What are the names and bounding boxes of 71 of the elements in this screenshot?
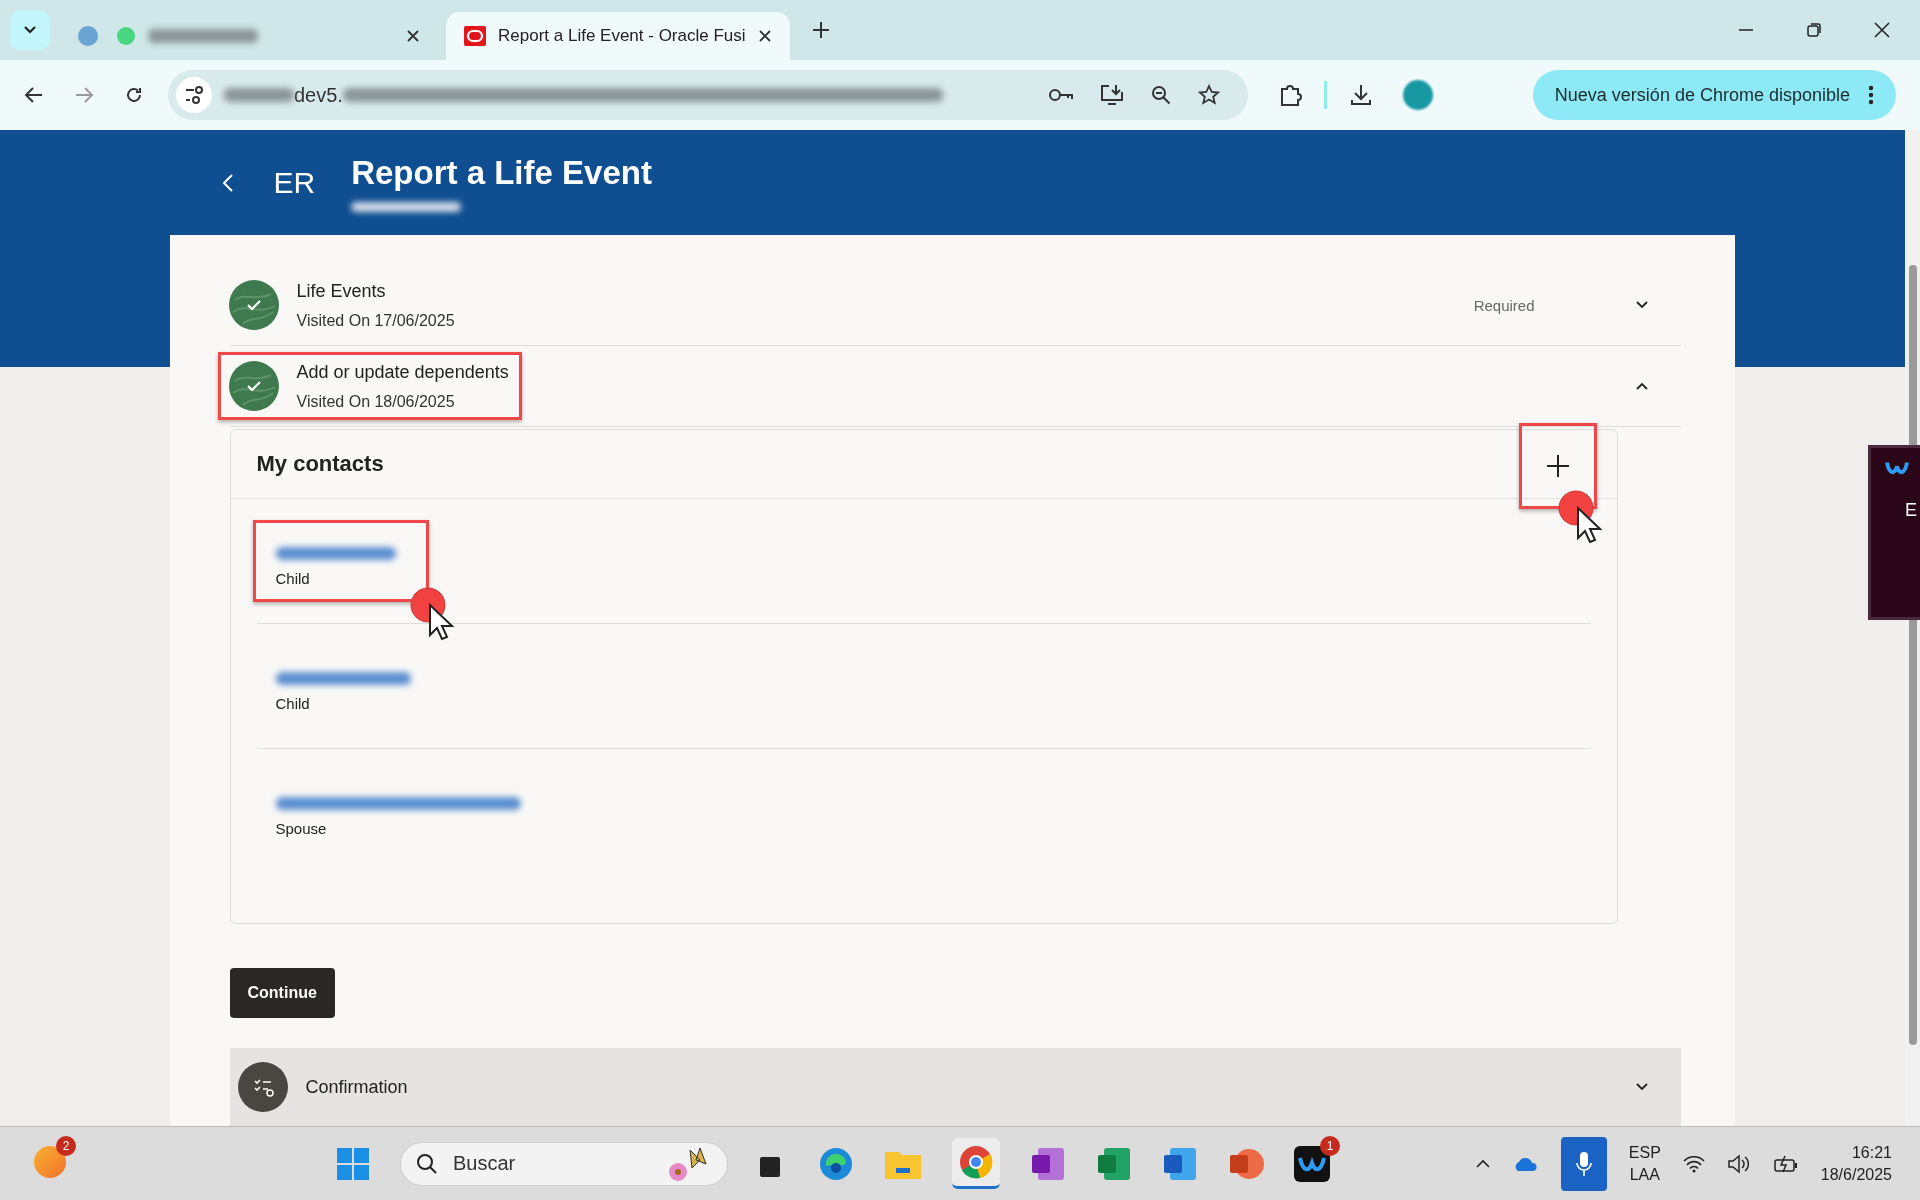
task-title: Add or update dependents (296, 361, 509, 383)
restore-icon[interactable] (1806, 22, 1822, 38)
notification-badge: 2 (56, 1135, 76, 1156)
status-label: Required (1473, 296, 1535, 314)
relationship-text: Child (275, 695, 311, 712)
continue-button[interactable]: Continue (229, 968, 335, 1018)
notification-badge: 1 (1320, 1135, 1340, 1156)
back-icon[interactable] (221, 172, 234, 193)
chrome-icon[interactable] (952, 1138, 1000, 1189)
checklist-icon (237, 1062, 288, 1112)
wifi-icon[interactable] (1682, 1154, 1705, 1173)
page-title: Report a Life Event (351, 153, 652, 192)
more-icon[interactable] (1868, 85, 1874, 105)
check-icon (228, 361, 279, 411)
chevron-down-icon[interactable] (1634, 1082, 1649, 1092)
chevron-down-icon[interactable] (1634, 300, 1649, 310)
extensions-icon[interactable] (1278, 83, 1302, 107)
chevron-up-icon[interactable] (1634, 381, 1649, 391)
task-date: Visited On 17/06/2025 (296, 311, 455, 330)
search-icon (416, 1152, 438, 1175)
add-icon[interactable] (1545, 454, 1570, 478)
back-icon[interactable] (24, 85, 44, 105)
user-initials: ER (273, 165, 316, 200)
excel-icon[interactable] (1096, 1145, 1132, 1182)
profile-avatar[interactable] (1403, 80, 1433, 110)
browser-tab[interactable]: Report a Life Event - Oracle Fusi (446, 12, 790, 60)
search-field[interactable]: Buscar (400, 1141, 728, 1186)
task-row[interactable]: Life Events Visited On 17/06/2025 Required (229, 265, 1681, 346)
volume-icon[interactable] (1726, 1153, 1751, 1174)
language-text[interactable]: ESP (1628, 1143, 1661, 1162)
address-bar[interactable]: dev5. (168, 70, 1248, 120)
task-row[interactable]: Add or update dependents Visited On 18/06/2025 (229, 346, 1681, 427)
task-row[interactable]: Confirmation (229, 1048, 1681, 1126)
redacted-text (224, 88, 294, 102)
download-icon[interactable] (1349, 83, 1373, 107)
word-icon[interactable] (1162, 1145, 1198, 1182)
relationship-text: Child (275, 570, 311, 587)
close-icon[interactable] (1874, 22, 1890, 38)
clock-date[interactable]: 18/6/2025 (1820, 1165, 1892, 1184)
task-date: Visited On 18/06/2025 (296, 392, 456, 411)
microphone-icon[interactable] (1560, 1136, 1607, 1191)
caret-icon (23, 25, 37, 35)
keyboard-layout-text[interactable]: LAA (1629, 1165, 1660, 1184)
panel-text: E (1905, 500, 1917, 521)
check-icon (228, 280, 279, 330)
close-icon[interactable] (757, 29, 772, 43)
caret-icon[interactable] (1474, 1158, 1491, 1169)
key-icon[interactable] (1048, 87, 1074, 103)
edge-icon[interactable] (818, 1145, 854, 1182)
start-icon[interactable] (336, 1146, 370, 1181)
onenote-icon[interactable] (1030, 1145, 1066, 1182)
battery-icon[interactable] (1772, 1154, 1799, 1173)
section-title: My contacts (256, 451, 384, 477)
close-icon[interactable] (406, 29, 420, 43)
clock-time[interactable]: 16:21 (1851, 1143, 1892, 1162)
zoom-out-icon[interactable] (1150, 84, 1172, 106)
url-text: dev5. (294, 83, 343, 107)
oracle-icon (464, 26, 486, 46)
task-title: Life Events (296, 280, 387, 302)
reload-icon[interactable] (124, 85, 144, 105)
tab-title: Report a Life Event - Oracle Fusi (498, 26, 746, 46)
task-title: Confirmation (305, 1076, 408, 1098)
relationship-text: Spouse (275, 820, 328, 837)
star-icon[interactable] (1198, 84, 1220, 106)
new-tab-icon[interactable] (811, 21, 830, 39)
forward-icon[interactable] (74, 85, 94, 105)
site-settings-icon[interactable] (176, 77, 212, 113)
webex-icon (1885, 460, 1909, 474)
update-button[interactable]: Nueva versión de Chrome disponible (1532, 70, 1896, 120)
site-icon (76, 25, 136, 47)
install-icon[interactable] (1100, 84, 1124, 106)
